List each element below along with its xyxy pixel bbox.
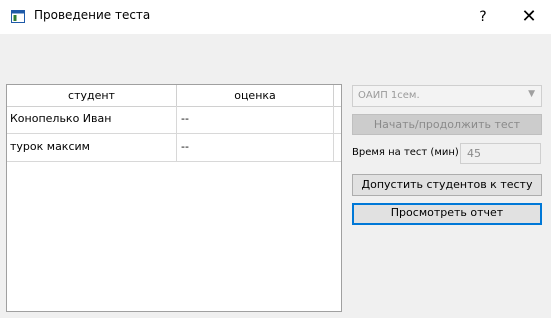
title-bar: Проведение теста ? ✕ xyxy=(0,0,551,35)
help-button[interactable]: ? xyxy=(466,4,500,30)
app-window-icon xyxy=(11,10,25,23)
table-row[interactable]: Конопелько Иван -- xyxy=(7,106,341,134)
time-input[interactable]: 45 xyxy=(460,143,541,164)
column-header-student[interactable]: студент xyxy=(7,85,177,106)
chevron-down-icon: ▼ xyxy=(528,89,535,99)
grade-cell[interactable]: -- xyxy=(177,106,334,134)
time-label: Время на тест (мин) xyxy=(352,147,459,158)
grade-cell[interactable]: -- xyxy=(177,134,334,162)
table-header: студент оценка xyxy=(7,85,341,107)
student-cell[interactable]: турок максим xyxy=(7,134,177,162)
student-cell[interactable]: Конопелько Иван xyxy=(7,106,177,134)
subject-select[interactable]: ОАИП 1сем. ▼ xyxy=(352,85,542,107)
admit-students-button[interactable]: Допустить студентов к тесту xyxy=(352,174,542,196)
column-header-grade[interactable]: оценка xyxy=(177,85,334,106)
start-test-button[interactable]: Начать/продолжить тест xyxy=(352,114,542,135)
students-table[interactable]: студент оценка Конопелько Иван -- турок … xyxy=(6,84,342,312)
view-report-button[interactable]: Просмотреть отчет xyxy=(352,203,542,225)
table-row[interactable]: турок максим -- xyxy=(7,134,341,162)
window-title: Проведение теста xyxy=(34,8,151,22)
subject-select-value: ОАИП 1сем. xyxy=(358,90,420,101)
close-button[interactable]: ✕ xyxy=(512,4,546,30)
